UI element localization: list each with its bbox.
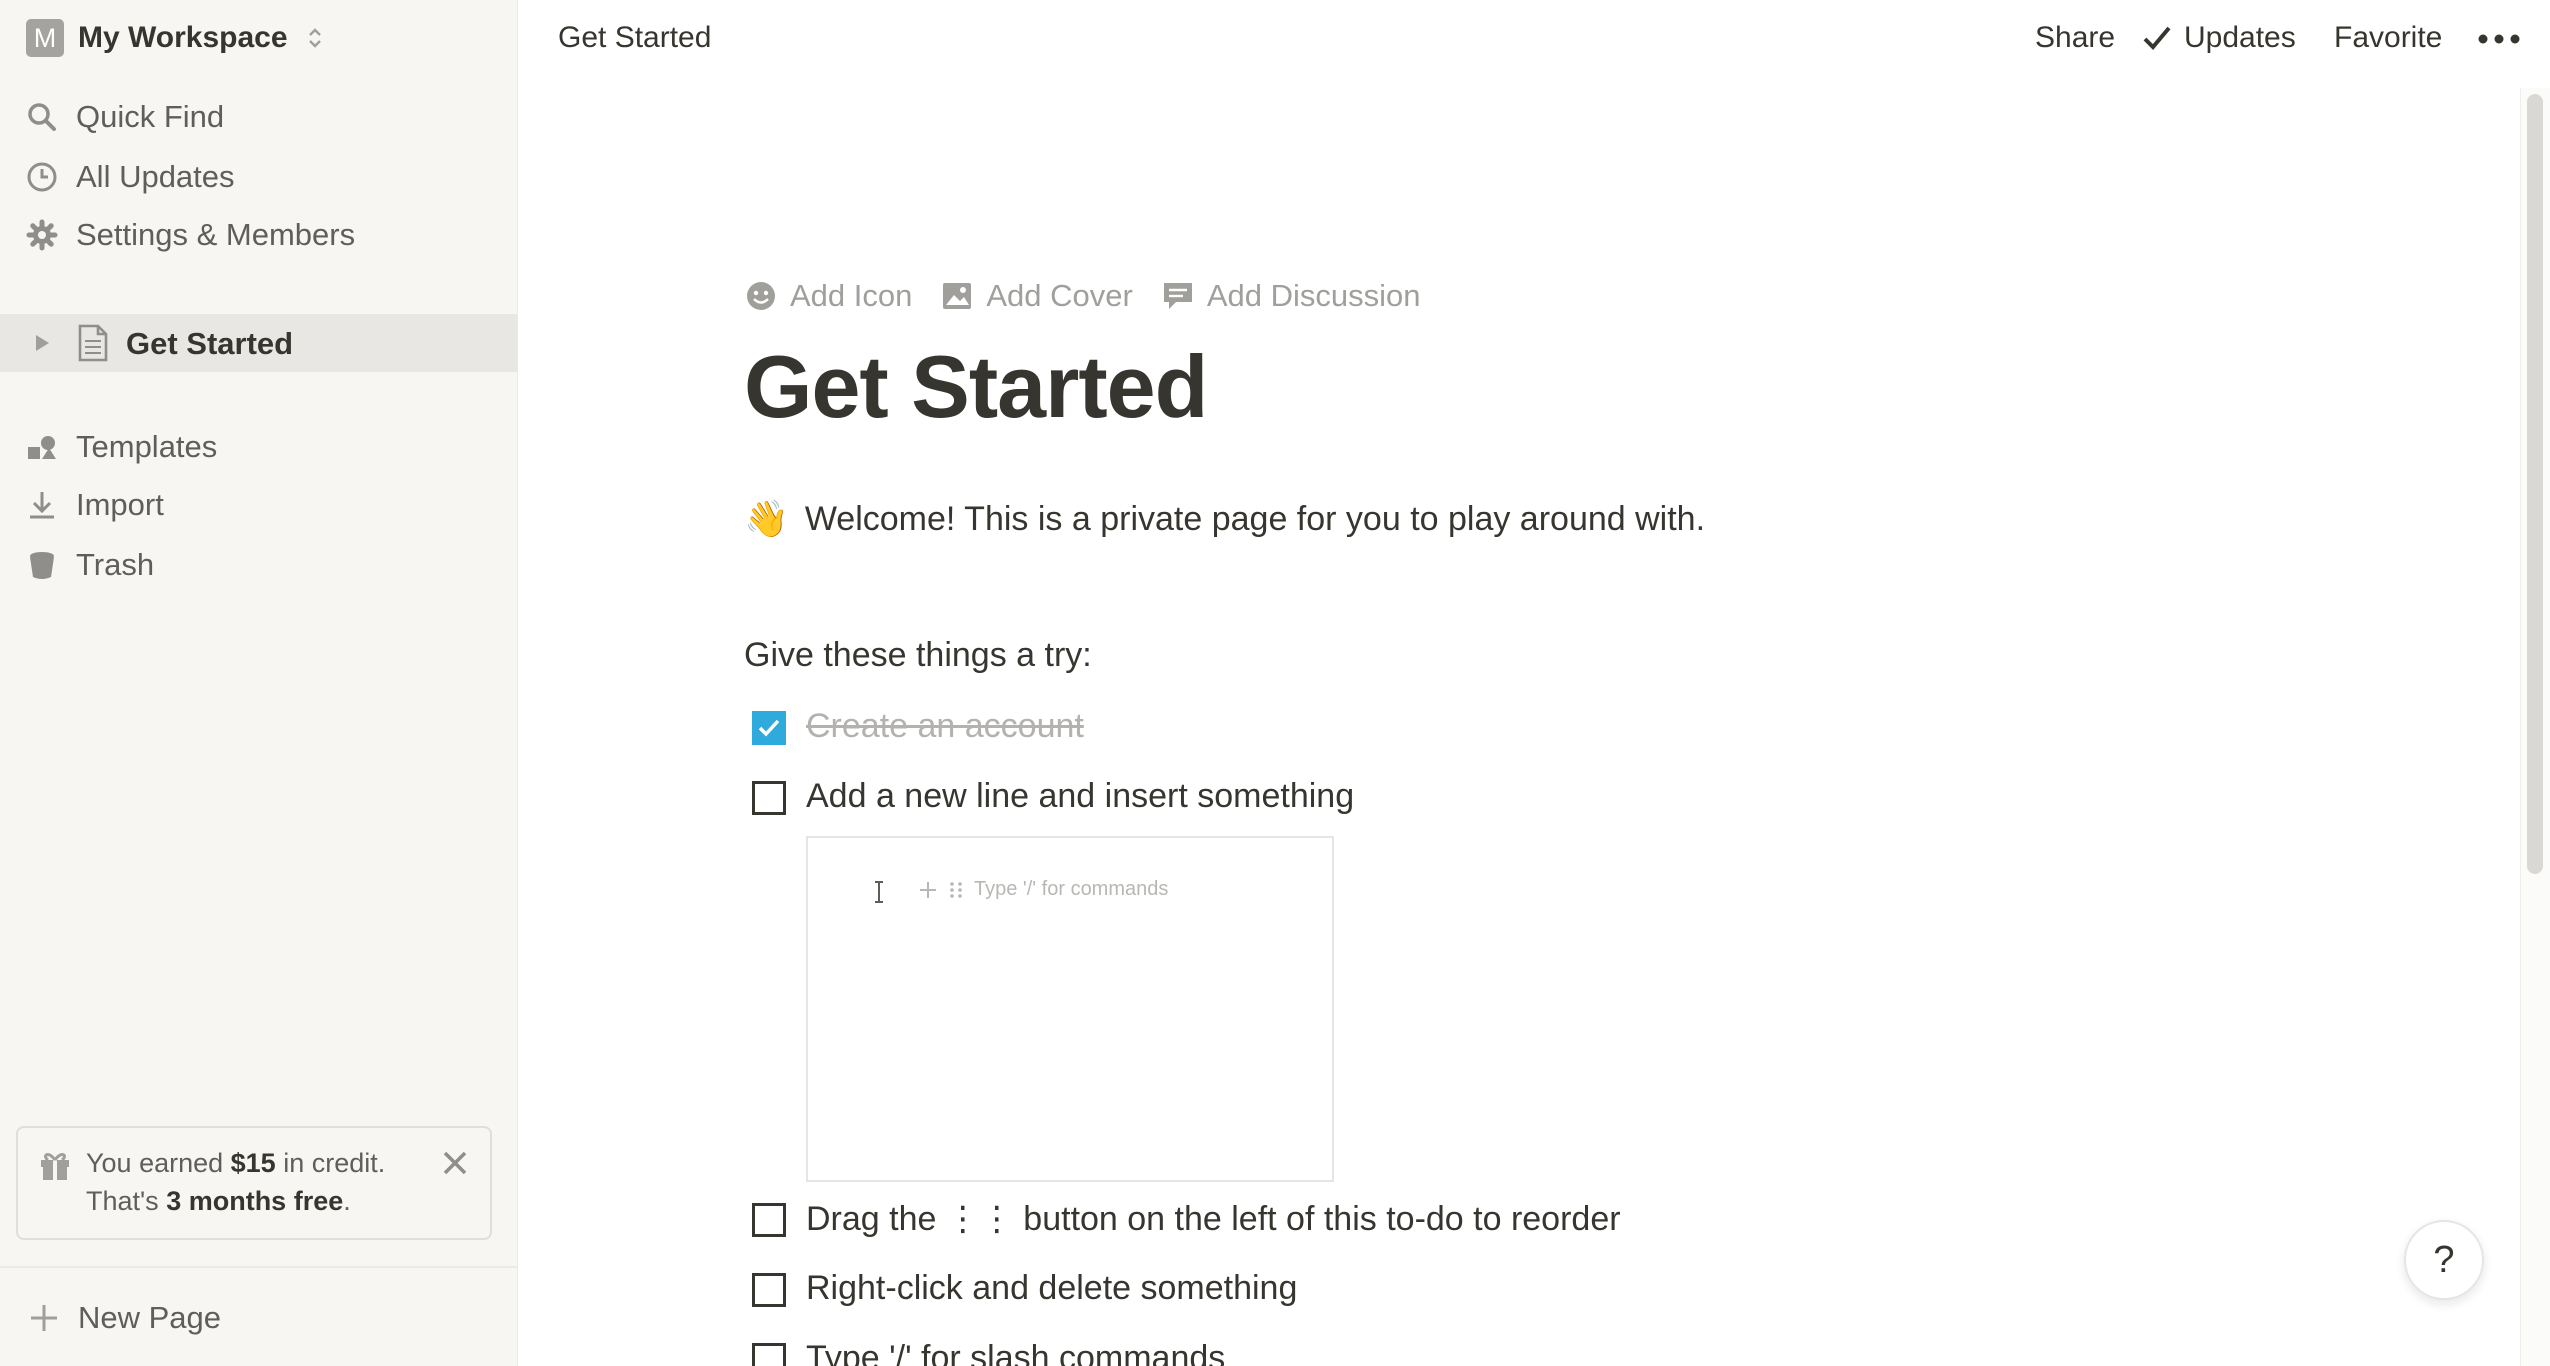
credit-suffix: in credit.: [275, 1148, 386, 1178]
drag-handle-icon[interactable]: [946, 880, 966, 900]
clock-icon: [27, 162, 57, 192]
add-discussion-button[interactable]: Add Discussion: [1161, 278, 1421, 314]
workspace-switcher[interactable]: M My Workspace: [26, 18, 324, 58]
sidebar-item-quick-find[interactable]: Quick Find: [26, 92, 224, 142]
help-button[interactable]: ?: [2404, 1220, 2484, 1300]
credit-prefix: You earned: [86, 1148, 231, 1178]
credit-banner: You earned $15 in credit. That's 3 month…: [16, 1126, 492, 1240]
todo-label[interactable]: Type '/' for slash commands: [806, 1339, 1225, 1366]
checkbox[interactable]: [752, 781, 786, 815]
comment-icon: [1163, 283, 1192, 309]
sidebar-item-label: All Updates: [76, 159, 235, 194]
trash-icon: [30, 552, 54, 579]
credit-text: You earned $15 in credit.: [86, 1148, 385, 1179]
checkbox[interactable]: [752, 1273, 786, 1307]
checkmark-icon: [758, 719, 780, 737]
welcome-block[interactable]: 👋 Welcome! This is a private page for yo…: [744, 498, 1705, 540]
app-window: M My Workspace Quick Find All Updates Se…: [0, 0, 2550, 1366]
page-content: Add Icon Add Cover Add Discussion Get St…: [744, 0, 2444, 1366]
sidebar-item-trash[interactable]: Trash: [26, 540, 154, 590]
breadcrumb[interactable]: Get Started: [558, 21, 711, 55]
subheading[interactable]: Give these things a try:: [744, 636, 1092, 675]
sidebar-item-import[interactable]: Import: [26, 480, 164, 530]
checkbox[interactable]: [752, 1343, 786, 1366]
image-icon: [943, 283, 972, 309]
new-page-label: New Page: [78, 1300, 222, 1335]
credit-amount: $15: [230, 1148, 276, 1178]
todo-label[interactable]: Add a new line and insert something: [806, 777, 1354, 816]
checkbox[interactable]: [752, 1203, 786, 1237]
smiley-icon: [747, 282, 775, 310]
sidebar-item-label: Quick Find: [76, 99, 225, 134]
workspace-name: My Workspace: [78, 21, 288, 54]
new-page-button[interactable]: New Page: [0, 1266, 517, 1366]
sidebar-page-label: Get Started: [126, 326, 294, 361]
scrollbar[interactable]: [2520, 88, 2550, 1366]
workspace-avatar: M: [26, 19, 64, 57]
sidebar-item-templates[interactable]: Templates: [26, 422, 217, 472]
text-cursor-icon: [875, 881, 883, 903]
plus-icon: [31, 1305, 57, 1331]
gift-icon: [41, 1153, 69, 1180]
welcome-text: Welcome! This is a private page for you …: [804, 499, 1706, 538]
download-icon: [30, 492, 54, 519]
add-icon-button[interactable]: Add Icon: [744, 278, 912, 314]
credit-line2-bold: 3 months free: [166, 1186, 344, 1216]
gear-icon: [26, 219, 58, 251]
checkbox-checked[interactable]: [752, 711, 786, 745]
block-placeholder-text: Type '/' for commands: [974, 878, 1169, 900]
page-title[interactable]: Get Started: [744, 336, 1208, 438]
add-cover-label: Add Cover: [986, 278, 1133, 313]
sidebar-item-label: Settings & Members: [76, 217, 356, 252]
document-icon: [78, 324, 108, 362]
embedded-editor-frame[interactable]: Type '/' for commands: [806, 836, 1334, 1182]
todo-label[interactable]: Create an account: [806, 707, 1084, 746]
block-placeholder[interactable]: Type '/' for commands: [918, 878, 1168, 901]
add-discussion-label: Add Discussion: [1206, 278, 1421, 313]
expand-triangle-icon[interactable]: [34, 334, 50, 352]
credit-line2-prefix: That's: [86, 1186, 167, 1216]
more-options-icon[interactable]: [2474, 20, 2524, 58]
todo-label[interactable]: Right-click and delete something: [806, 1269, 1297, 1308]
templates-icon: [28, 436, 56, 459]
scrollbar-thumb[interactable]: [2527, 94, 2543, 874]
todo-label[interactable]: Drag the ⋮⋮ button on the left of this t…: [806, 1199, 1621, 1239]
credit-subtext: That's 3 months free.: [86, 1186, 351, 1217]
close-icon[interactable]: [440, 1148, 470, 1178]
plus-icon[interactable]: [918, 880, 938, 900]
sidebar-item-all-updates[interactable]: All Updates: [26, 152, 235, 202]
search-icon: [28, 103, 56, 131]
page-actions: Add Icon Add Cover Add Discussion: [744, 272, 1449, 320]
sidebar-item-settings[interactable]: Settings & Members: [26, 210, 355, 260]
add-icon-label: Add Icon: [790, 278, 913, 313]
sidebar-item-label: Import: [76, 487, 164, 522]
sidebar-item-label: Templates: [76, 429, 218, 464]
sidebar-page-get-started[interactable]: Get Started: [0, 314, 517, 372]
add-cover-button[interactable]: Add Cover: [940, 278, 1133, 314]
sidebar: M My Workspace Quick Find All Updates Se…: [0, 0, 518, 1366]
credit-line2-suffix: .: [343, 1186, 351, 1216]
chevron-updown-icon: [308, 28, 321, 48]
waving-hand-emoji: 👋: [744, 498, 789, 539]
sidebar-item-label: Trash: [76, 547, 155, 582]
